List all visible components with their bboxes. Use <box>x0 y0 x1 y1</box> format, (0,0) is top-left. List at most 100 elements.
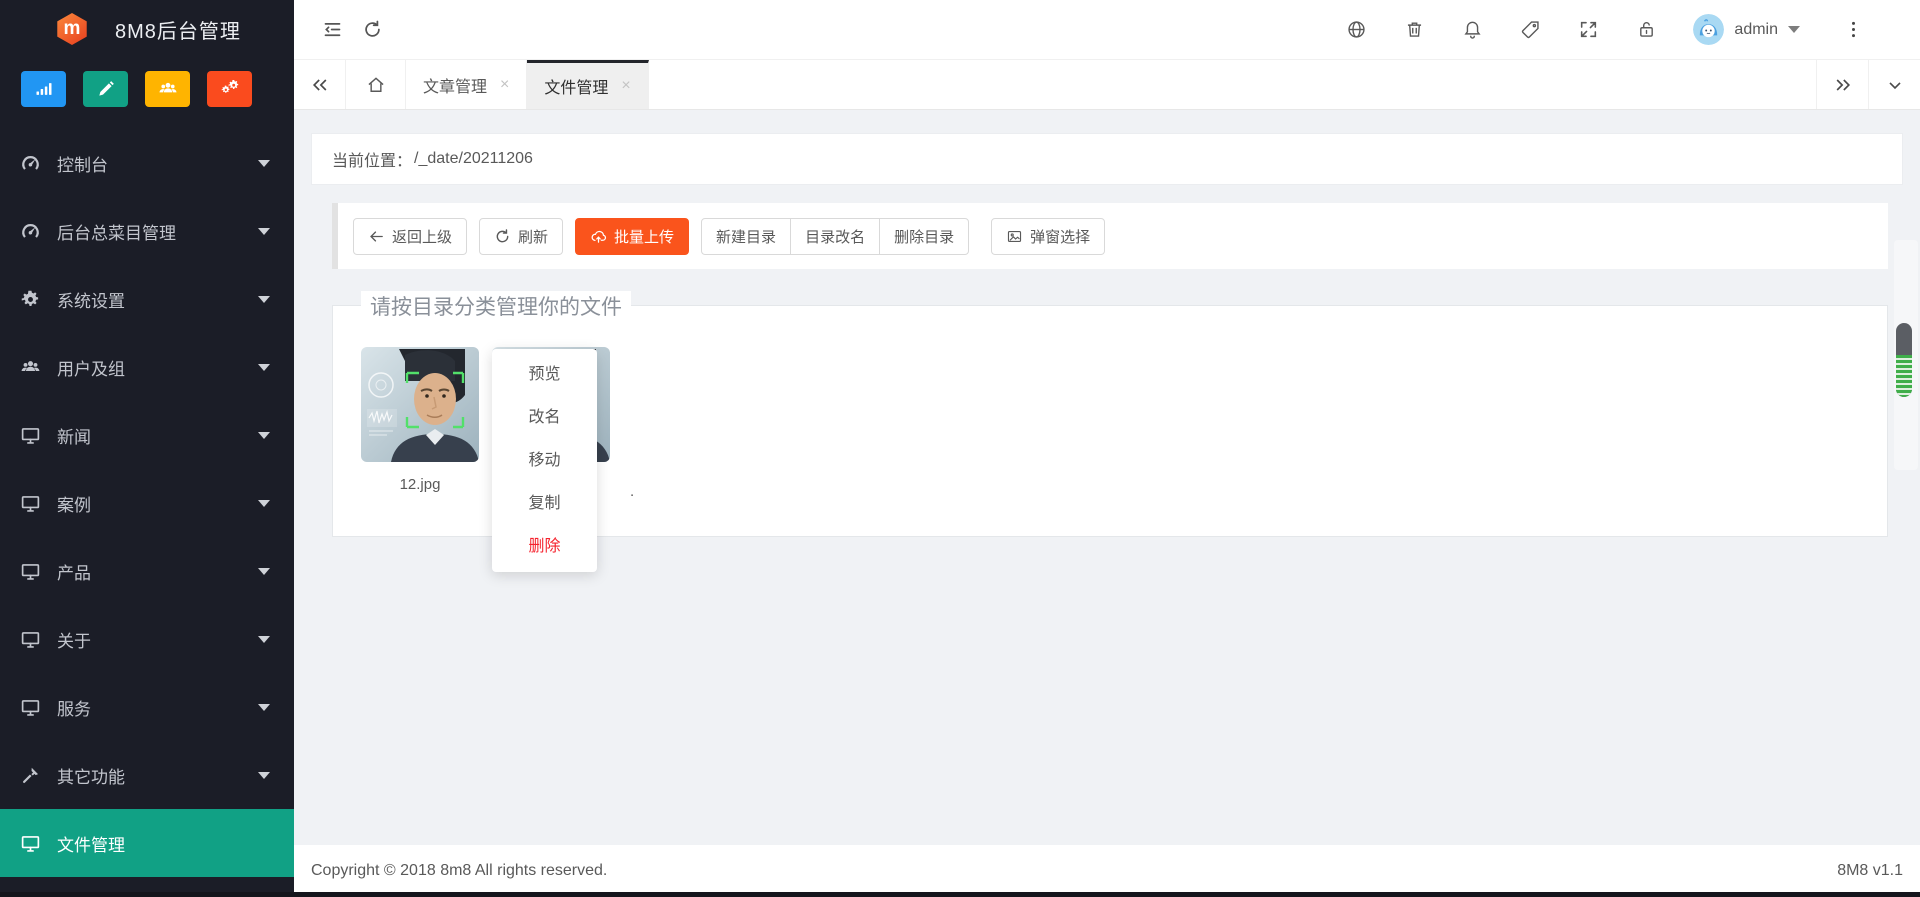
sidebar-item-label: 关于 <box>57 631 91 651</box>
tabs-menu-button[interactable] <box>1868 60 1920 109</box>
language-button[interactable] <box>1337 10 1375 50</box>
delete-directory-label: 删除目录 <box>894 228 955 246</box>
sidebar-item-console[interactable]: 控制台 <box>0 129 294 197</box>
tab-file-management[interactable]: 文件管理 × <box>527 60 649 109</box>
batch-upload-button[interactable]: 批量上传 <box>575 217 690 255</box>
tab-close-icon[interactable]: × <box>500 76 509 93</box>
bar-chart-icon <box>34 79 54 99</box>
tags-button[interactable] <box>1511 10 1549 50</box>
sidebar-menu: 控制台 后台总菜目管理 系统设置 用户及组 新闻 案例 产品 关于 服务 其它功… <box>0 129 294 877</box>
sidebar-item-system-settings[interactable]: 系统设置 <box>0 265 294 333</box>
sidebar-item-label: 用户及组 <box>57 359 125 379</box>
sidebar-item-file-management[interactable]: 文件管理 <box>0 809 294 877</box>
scrollbar-thumb-stripes <box>1896 355 1912 397</box>
file-thumbnail[interactable] <box>361 347 479 462</box>
monitor-icon <box>20 425 41 446</box>
gear-icon <box>20 289 41 310</box>
page-refresh-button[interactable] <box>352 10 392 50</box>
sidebar-item-label: 案例 <box>57 495 91 515</box>
sidebar-item-backend-menu[interactable]: 后台总菜目管理 <box>0 197 294 265</box>
logo-row: m 8M8后台管理 <box>0 0 294 58</box>
tabs-scroll-right-button[interactable] <box>1816 60 1868 109</box>
sidebar-collapse-button[interactable] <box>312 10 352 50</box>
gauge-icon <box>20 221 41 242</box>
tab-article-management[interactable]: 文章管理 × <box>406 60 528 109</box>
rename-directory-button[interactable]: 目录改名 <box>790 217 881 255</box>
user-group-icon <box>158 79 178 99</box>
lock-screen-button[interactable] <box>1627 10 1665 50</box>
app-title: 8M8后台管理 <box>115 20 241 43</box>
refresh-icon <box>362 19 383 40</box>
files-panel-legend: 请按目录分类管理你的文件 <box>361 291 631 321</box>
file-toolbar: 返回上级 刷新 批量上传 新建目录 目录改名 删除目录 弹窗选择 <box>332 203 1888 269</box>
shortcut-users-button[interactable] <box>145 71 190 107</box>
fullscreen-button[interactable] <box>1569 10 1607 50</box>
home-tab-button[interactable] <box>346 60 406 109</box>
page-footer: Copyright © 2018 8m8 All rights reserved… <box>294 845 1920 897</box>
more-menu-button[interactable] <box>1834 10 1872 50</box>
menu-fold-icon <box>322 19 343 40</box>
menu-item-delete[interactable]: 删除 <box>492 525 597 568</box>
chevron-down-icon <box>258 159 270 167</box>
version-text: 8M8 v1.1 <box>1837 862 1903 879</box>
notifications-button[interactable] <box>1453 10 1491 50</box>
user-name: admin <box>1734 20 1778 38</box>
lock-icon <box>1636 19 1657 40</box>
new-directory-button[interactable]: 新建目录 <box>701 217 792 255</box>
sidebar-item-cases[interactable]: 案例 <box>0 469 294 537</box>
back-button[interactable]: 返回上级 <box>353 217 468 255</box>
sidebar-item-label: 系统设置 <box>57 291 125 311</box>
back-button-label: 返回上级 <box>392 228 453 246</box>
sidebar-item-users-groups[interactable]: 用户及组 <box>0 333 294 401</box>
sidebar-item-label: 其它功能 <box>57 767 125 787</box>
sidebar-item-label: 文件管理 <box>57 835 125 855</box>
gauge-icon <box>20 153 41 174</box>
fullscreen-icon <box>1578 19 1599 40</box>
tab-label: 文件管理 <box>544 80 609 97</box>
shortcut-settings-button[interactable] <box>207 71 252 107</box>
chevron-down-icon <box>258 227 270 235</box>
chevron-down-icon <box>258 499 270 507</box>
more-vertical-icon <box>1843 19 1864 40</box>
tab-close-icon[interactable]: × <box>621 78 630 94</box>
menu-item-copy[interactable]: 复制 <box>492 482 597 525</box>
trash-icon <box>1404 19 1425 40</box>
user-menu[interactable]: admin <box>1693 14 1800 45</box>
sidebar-item-about[interactable]: 关于 <box>0 605 294 673</box>
shortcut-edit-button[interactable] <box>83 71 128 107</box>
menu-item-preview[interactable]: 预览 <box>492 353 597 396</box>
popup-select-button[interactable]: 弹窗选择 <box>991 217 1106 255</box>
sidebar: m 8M8后台管理 控制台 后台总菜目管理 系统设置 用户及组 新闻 案例 产品… <box>0 0 294 897</box>
sidebar-item-label: 后台总菜目管理 <box>57 223 176 243</box>
delete-directory-button[interactable]: 删除目录 <box>879 217 970 255</box>
file-name-partial: . <box>630 483 635 500</box>
sidebar-item-news[interactable]: 新闻 <box>0 401 294 469</box>
chevron-down-icon <box>258 295 270 303</box>
shortcut-statistics-button[interactable] <box>21 71 66 107</box>
refresh-list-button[interactable]: 刷新 <box>479 217 564 255</box>
tab-bar: 文章管理 × 文件管理 × <box>294 60 1920 110</box>
tag-icon <box>1520 19 1541 40</box>
sidebar-item-services[interactable]: 服务 <box>0 673 294 741</box>
sidebar-item-other-functions[interactable]: 其它功能 <box>0 741 294 809</box>
sidebar-item-products[interactable]: 产品 <box>0 537 294 605</box>
menu-item-rename[interactable]: 改名 <box>492 396 597 439</box>
file-item[interactable]: 12.jpg <box>361 347 479 493</box>
tabs-scroll-left-button[interactable] <box>294 60 346 109</box>
clear-cache-button[interactable] <box>1395 10 1433 50</box>
sidebar-item-label: 服务 <box>57 699 91 719</box>
chevron-down-icon <box>258 703 270 711</box>
double-chevron-left-icon <box>310 75 330 95</box>
monitor-icon <box>20 833 41 854</box>
directory-button-group: 新建目录 目录改名 删除目录 <box>701 217 970 255</box>
bell-icon <box>1462 19 1483 40</box>
menu-item-move[interactable]: 移动 <box>492 439 597 482</box>
breadcrumb-path: /_date/20211206 <box>414 150 533 167</box>
window-bottom-edge <box>0 892 1920 897</box>
chevron-down-icon <box>258 363 270 371</box>
scrollbar-thumb[interactable] <box>1896 323 1912 397</box>
file-name: 12.jpg <box>399 476 441 493</box>
cloud-upload-icon <box>590 228 607 245</box>
monitor-icon <box>20 629 41 650</box>
arrow-left-icon <box>368 228 385 245</box>
